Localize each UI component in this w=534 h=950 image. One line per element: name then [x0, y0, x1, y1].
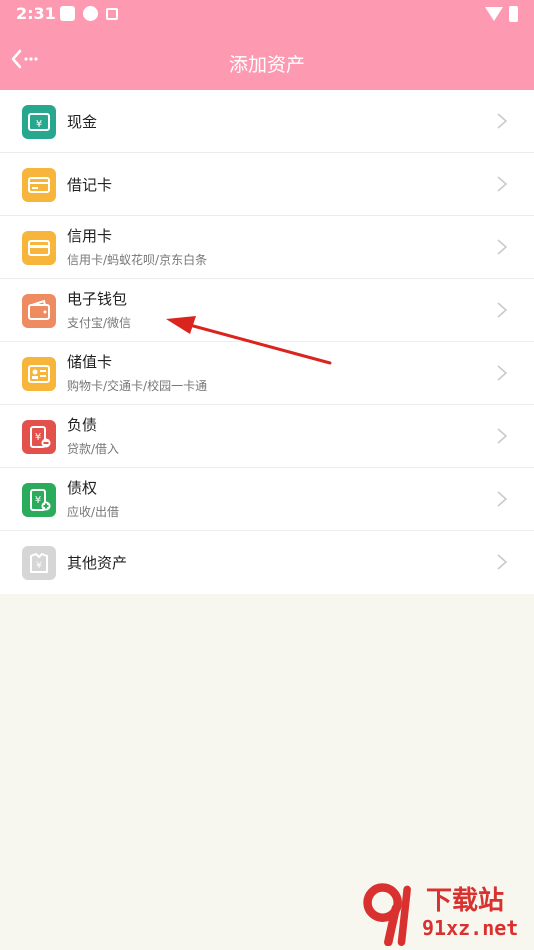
- item-title: 负债: [67, 416, 98, 434]
- title-bar: 添加资产: [0, 28, 534, 90]
- wallet-icon: [22, 294, 56, 328]
- list-item-cash[interactable]: ¥ 现金: [0, 90, 534, 153]
- watermark-logo-icon: [363, 883, 411, 946]
- chevron-right-icon: [496, 427, 508, 445]
- chevron-right-icon: [496, 364, 508, 382]
- item-subtitle: 应收/出借: [67, 505, 120, 519]
- other-assets-icon: ¥: [22, 546, 56, 580]
- status-bar: 2:31: [0, 0, 534, 28]
- chevron-right-icon: [496, 490, 508, 508]
- item-title: 信用卡: [67, 227, 113, 245]
- item-title: 储值卡: [67, 353, 113, 371]
- item-title: 借记卡: [67, 176, 113, 194]
- system-icons: [485, 6, 518, 22]
- status-time: 2:31: [16, 4, 56, 23]
- stored-value-card-icon: [22, 357, 56, 391]
- item-title: 其他资产: [67, 554, 128, 572]
- watermark-brand: 下载站: [426, 886, 505, 916]
- item-subtitle: 信用卡/蚂蚁花呗/京东白条: [67, 253, 208, 267]
- list-item-other-assets[interactable]: ¥ 其他资产: [0, 531, 534, 594]
- svg-text:¥: ¥: [36, 561, 42, 571]
- svg-text:¥: ¥: [35, 432, 41, 443]
- app-notification-icon: [60, 6, 75, 21]
- debit-card-icon: [22, 168, 56, 202]
- chevron-right-icon: [496, 175, 508, 193]
- svg-text:¥: ¥: [35, 495, 41, 506]
- watermark: 下载站 91xz.net: [360, 878, 530, 948]
- item-subtitle: 购物卡/交通卡/校园一卡通: [67, 379, 208, 393]
- chevron-right-icon: [496, 112, 508, 130]
- chevron-right-icon: [496, 238, 508, 256]
- chevron-right-icon: [496, 301, 508, 319]
- asset-type-list: ¥ 现金 借记卡 信用卡 信用卡/蚂蚁花呗/京东白条 电子钱包 支付宝/微信 储…: [0, 90, 534, 594]
- item-subtitle: 支付宝/微信: [67, 316, 132, 330]
- watermark-url: 91xz.net: [422, 916, 519, 940]
- item-title: 债权: [67, 479, 98, 497]
- item-title: 现金: [67, 113, 98, 131]
- keyboard-notification-icon: [106, 8, 118, 20]
- battery-icon: [509, 6, 518, 22]
- cash-icon: ¥: [22, 105, 56, 139]
- notification-icons: [60, 6, 118, 21]
- wifi-icon: [485, 7, 503, 21]
- sync-icon: [83, 6, 98, 21]
- page-title: 添加资产: [228, 54, 305, 76]
- list-item-e-wallet[interactable]: 电子钱包 支付宝/微信: [0, 279, 534, 342]
- list-item-stored-value-card[interactable]: 储值卡 购物卡/交通卡/校园一卡通: [0, 342, 534, 405]
- svg-text:¥: ¥: [36, 119, 42, 130]
- list-item-credit-card[interactable]: 信用卡 信用卡/蚂蚁花呗/京东白条: [0, 216, 534, 279]
- list-item-claim[interactable]: ¥ 债权 应收/出借: [0, 468, 534, 531]
- item-subtitle: 贷款/借入: [67, 442, 120, 456]
- list-item-debt[interactable]: ¥ 负债 贷款/借入: [0, 405, 534, 468]
- list-item-debit-card[interactable]: 借记卡: [0, 153, 534, 216]
- chevron-right-icon: [496, 553, 508, 571]
- credit-card-icon: [22, 231, 56, 265]
- item-title: 电子钱包: [67, 290, 128, 308]
- claim-icon: ¥: [22, 483, 56, 517]
- debt-icon: ¥: [22, 420, 56, 454]
